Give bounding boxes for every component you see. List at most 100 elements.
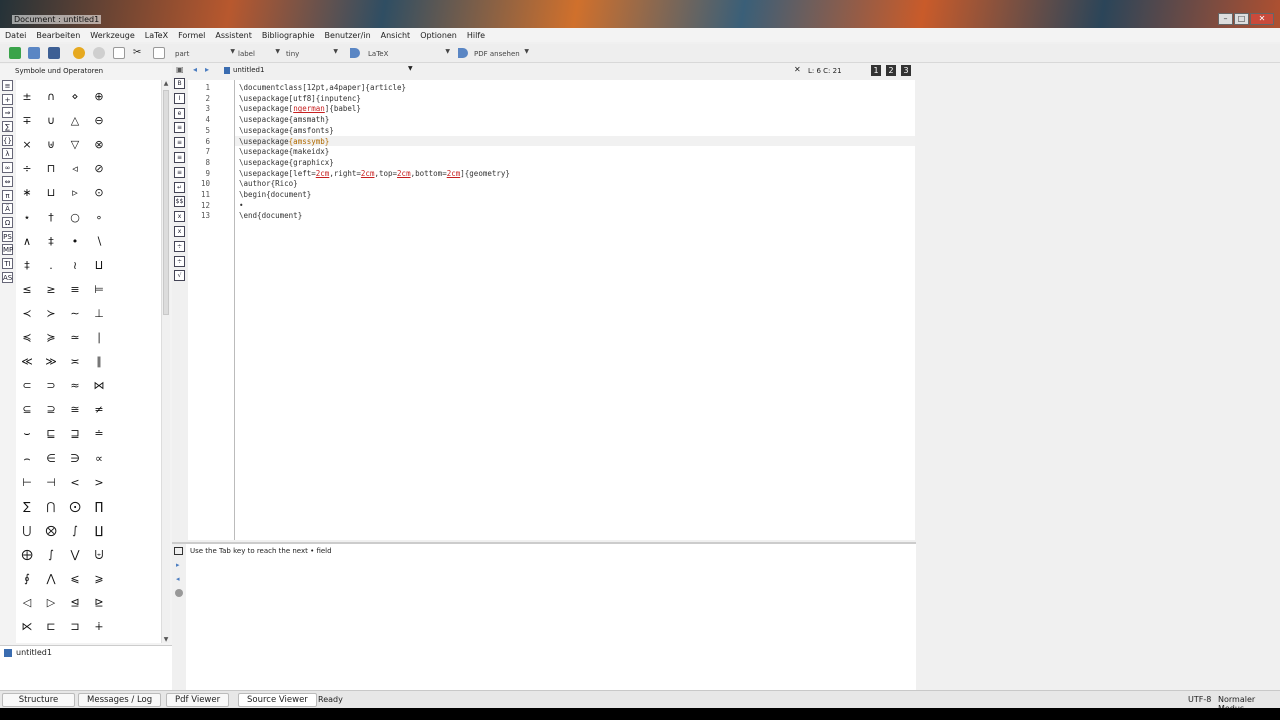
next-error-icon[interactable]: ▸ [176,561,180,569]
code-line[interactable]: \usepackage[utf8]{inputenc} [239,94,361,103]
code-line[interactable]: \documentclass[12pt,a4paper]{article} [239,83,406,92]
symbol-button[interactable]: ≫ [40,355,62,369]
menu-benutzer[interactable]: Benutzer/in [320,31,376,40]
symbol-button[interactable]: ∐ [88,524,110,538]
view-2-button[interactable]: 2 [886,65,896,76]
redo-icon[interactable] [93,47,105,59]
category-button[interactable]: MP [2,244,13,256]
menu-datei[interactable]: Datei [0,31,31,40]
copy-icon[interactable] [113,47,125,59]
symbol-button[interactable]: • [64,235,86,249]
align-center-icon[interactable]: ≡ [174,137,185,149]
code-line[interactable]: \usepackage{amsmath} [239,115,329,124]
symbol-button[interactable]: ≼ [16,331,38,345]
view-3-button[interactable]: 3 [901,65,911,76]
symbol-button[interactable]: ⋉ [16,620,38,634]
symbol-button[interactable]: ≈ [64,379,86,393]
symbol-button[interactable]: ≪ [16,355,38,369]
symbol-button[interactable]: ⩾ [88,572,110,586]
symbol-button[interactable]: ∥ [88,355,110,369]
pdf-viewer-tab-button[interactable]: Pdf Viewer [166,693,230,707]
code-line[interactable]: \usepackage{amssymb} [239,137,329,146]
symbol-button[interactable]: ⋃ [16,524,38,538]
symbol-button[interactable]: ∘ [88,211,110,225]
category-button[interactable]: {} [2,134,13,146]
code-line[interactable]: \usepackage[ngerman]{babel} [239,104,361,113]
save-icon[interactable] [48,47,60,59]
editor-tab[interactable]: untitled1 [224,66,264,74]
category-button[interactable]: TI [2,257,13,269]
symbol-button[interactable]: ⋁ [64,548,86,562]
prev-error-icon[interactable]: ◂ [176,575,180,583]
symbol-button[interactable]: ∋ [64,452,86,466]
symbol-button[interactable]: ⊖ [88,114,110,128]
align-right-icon[interactable]: ≡ [174,151,185,163]
symbol-button[interactable]: ⊐ [64,620,86,634]
symbol-button[interactable]: ⋈ [88,379,110,393]
code-line[interactable]: \usepackage{graphicx} [239,158,334,167]
symbol-button[interactable]: ≻ [40,307,62,321]
symbol-button[interactable]: ⊣ [40,476,62,490]
symbol-button[interactable]: ∏ [88,500,110,514]
symbol-button[interactable]: > [88,476,110,490]
symbol-button[interactable]: ∫ [40,548,62,562]
symbol-button[interactable]: ⨄ [88,548,110,562]
symbol-button[interactable]: ∈ [40,452,62,466]
category-button[interactable]: ∞ [2,162,13,174]
symbol-button[interactable]: ⋆ [16,211,38,225]
build-combo[interactable]: LaTeX ▼ [368,48,450,59]
code-line[interactable]: \end{document} [239,211,302,220]
sqrt-icon[interactable]: √ [174,270,185,282]
align-left-icon[interactable]: ≡ [174,122,185,134]
code-line[interactable]: \usepackage{amsfonts} [239,126,334,135]
menu-formel[interactable]: Formel [173,31,210,40]
symbol-button[interactable]: ‡ [16,259,38,273]
symbol-button[interactable]: ⨁ [16,548,38,562]
symbol-button[interactable]: . [40,259,62,273]
subscript-icon[interactable]: x [174,211,185,223]
symbol-button[interactable]: ≺ [16,307,38,321]
category-button[interactable]: ≡ [2,80,13,91]
menu-optionen[interactable]: Optionen [415,31,462,40]
chevron-down-icon[interactable]: ▼ [408,65,413,72]
symbol-button[interactable]: ⊓ [40,162,62,176]
size-combo[interactable]: tiny ▼ [286,48,338,59]
new-file-icon[interactable] [9,47,21,59]
category-button[interactable]: π [2,189,13,201]
symbol-button[interactable]: ≥ [40,283,62,297]
symbol-scrollbar[interactable]: ▲ ▼ [161,80,170,643]
symbol-button[interactable]: ≐ [88,427,110,441]
symbol-button[interactable]: ∗ [16,186,38,200]
code-line[interactable]: \begin{document} [239,190,311,199]
symbol-button[interactable]: ∩ [40,90,62,104]
category-button[interactable]: ⇒ [2,107,13,119]
code-line[interactable]: \usepackage{makeidx} [239,147,329,156]
messages-log-tab-button[interactable]: Messages / Log [78,693,162,707]
symbol-button[interactable]: ⨿ [88,259,110,273]
cut-icon[interactable]: ✂ [133,47,145,59]
category-button[interactable]: ∑ [2,121,13,133]
view-combo[interactable]: PDF ansehen ▼ [474,48,529,59]
symbol-button[interactable]: ⊴ [64,596,86,610]
symbol-button[interactable]: ∧ [16,235,38,249]
symbol-button[interactable]: ⋀ [40,572,62,586]
label-combo[interactable]: label ▼ [238,48,280,59]
menu-bearbeiten[interactable]: Bearbeiten [31,31,85,40]
symbol-button[interactable]: ⌣ [16,427,38,441]
category-button[interactable]: AS [2,271,13,283]
category-button[interactable]: + [2,93,13,105]
emph-icon[interactable]: e [174,107,185,119]
code-line[interactable]: \author{Rico} [239,179,298,188]
symbol-button[interactable]: ≤ [16,283,38,297]
symbol-button[interactable]: ⩽ [64,572,86,586]
scroll-down-icon[interactable]: ▼ [162,636,170,643]
symbol-button[interactable]: ⊕ [88,90,110,104]
symbol-button[interactable]: ⌢ [16,452,38,466]
structure-tab-button[interactable]: Structure [2,693,75,707]
symbol-button[interactable]: ⊨ [88,283,110,297]
maximize-button[interactable]: □ [1234,13,1249,25]
code-line[interactable]: • [239,201,244,210]
symbol-button[interactable]: ⊑ [40,427,62,441]
symbol-button[interactable]: ⊃ [40,379,62,393]
open-file-icon[interactable] [28,47,40,59]
